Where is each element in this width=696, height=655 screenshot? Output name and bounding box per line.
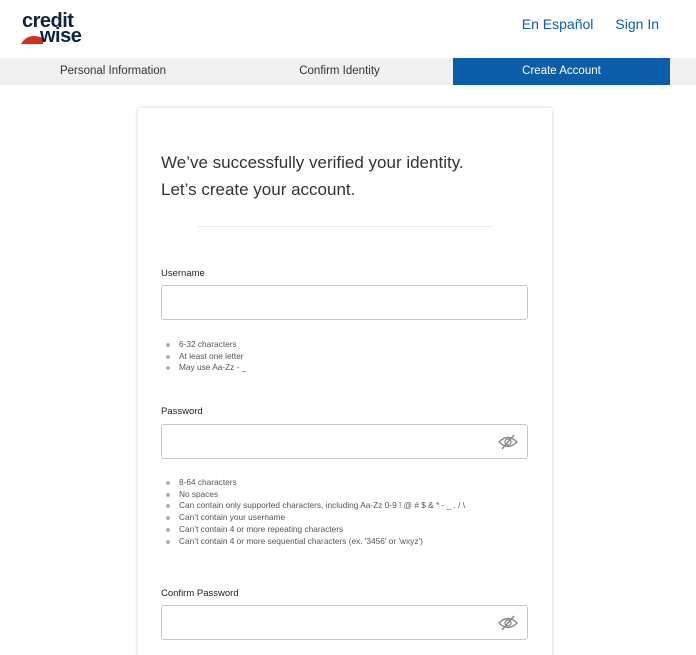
username-rules: 6-32 characters At least one letter May … (163, 339, 246, 374)
username-field[interactable] (161, 285, 528, 320)
heading-line-1: We’ve successfully verified your identit… (161, 153, 464, 172)
heading-line-2: Let’s create your account. (161, 180, 356, 199)
rule-item: Can’t contain your username (163, 512, 465, 524)
page-title: We’ve successfully verified your identit… (161, 149, 464, 203)
rule-item: At least one letter (163, 351, 246, 363)
rule-item: No spaces (163, 489, 465, 501)
username-input[interactable] (162, 286, 527, 319)
rule-item: Can’t contain 4 or more sequential chara… (163, 536, 465, 548)
create-account-card: We’ve successfully verified your identit… (138, 108, 552, 655)
password-input[interactable] (162, 425, 527, 458)
sign-in-link[interactable]: Sign In (615, 16, 659, 32)
rule-item: Can contain only supported characters, i… (163, 500, 465, 512)
step-personal-information: Personal Information (59, 65, 167, 77)
eye-slash-icon[interactable] (498, 614, 518, 632)
confirm-password-field[interactable] (161, 605, 528, 640)
password-label: Password (161, 406, 203, 417)
password-rules: 8-64 characters No spaces Can contain on… (163, 477, 465, 547)
top-links: En Español Sign In (522, 16, 659, 32)
header: credit wise En Español Sign In (0, 0, 696, 57)
username-label: Username (161, 268, 205, 279)
rule-item: Can’t contain 4 or more repeating charac… (163, 524, 465, 536)
step-create-account: Create Account (453, 58, 670, 85)
progress-steps: Personal Information Confirm Identity Cr… (0, 58, 696, 85)
language-link[interactable]: En Español (522, 16, 594, 32)
rule-item: 8-64 characters (163, 477, 465, 489)
rule-item: May use Aa-Zz - _ (163, 362, 246, 374)
step-confirm-identity: Confirm Identity (299, 65, 380, 77)
confirm-password-input[interactable] (162, 606, 527, 639)
password-field[interactable] (161, 424, 528, 459)
eye-slash-icon[interactable] (498, 433, 518, 451)
divider (198, 226, 493, 227)
rule-item: 6-32 characters (163, 339, 246, 351)
creditwise-logo[interactable]: credit wise (20, 11, 90, 47)
logo-text-wise: wise (40, 25, 82, 47)
confirm-password-label: Confirm Password (161, 588, 239, 599)
